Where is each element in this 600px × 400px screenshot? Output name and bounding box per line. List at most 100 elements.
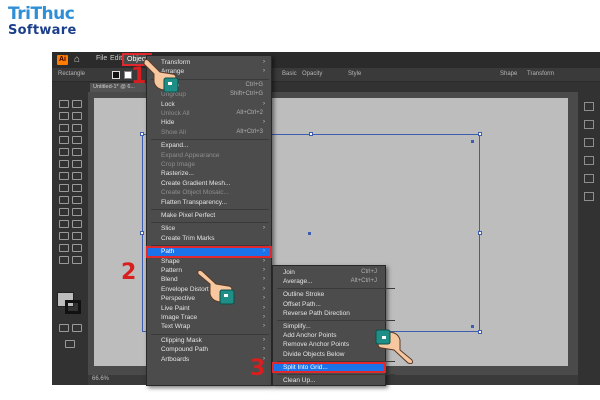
brand-logo-line2: Software: [8, 23, 77, 38]
basic-label: Basic: [282, 71, 297, 77]
menu-item-label: Create Object Mosaic...: [161, 189, 229, 197]
menu-item-create-object-mosaic: Create Object Mosaic...: [147, 188, 271, 197]
paintbrush-tool-icon[interactable]: [72, 148, 82, 156]
draw-mode-icon[interactable]: [59, 324, 69, 332]
menu-item-join[interactable]: Join Ctrl+J: [273, 268, 385, 277]
submenu-arrow-icon: ›: [263, 314, 265, 320]
edit-toolbar-icon[interactable]: [65, 340, 75, 348]
menu-item-clean-up[interactable]: Clean Up...: [273, 376, 385, 385]
pencil-tool-icon[interactable]: [59, 160, 69, 168]
menu-edit[interactable]: Edit: [110, 55, 122, 62]
direct-selection-tool-icon[interactable]: [72, 100, 82, 108]
submenu-arrow-icon: ›: [263, 285, 265, 292]
handle-middle-right[interactable]: [478, 231, 482, 235]
menu-item-divide-objects-below[interactable]: Divide Objects Below: [273, 350, 385, 359]
fill-stroke-control[interactable]: [57, 292, 83, 316]
mesh-tool-icon[interactable]: [59, 208, 69, 216]
selection-tool-icon[interactable]: [59, 100, 69, 108]
menu-item-lock[interactable]: Lock ›: [147, 100, 271, 109]
menu-item-text-wrap[interactable]: Text Wrap ›: [147, 322, 271, 331]
menu-item-offset-path[interactable]: Offset Path...: [273, 300, 385, 309]
rectangle-tool-icon[interactable]: [59, 148, 69, 156]
menu-item-show-all: Show All Alt+Ctrl+3: [147, 128, 271, 137]
slice-tool-icon[interactable]: [72, 244, 82, 252]
gradient-tool-icon[interactable]: [72, 208, 82, 216]
menu-item-label: Offset Path...: [283, 300, 321, 308]
graph-tool-icon[interactable]: [72, 232, 82, 240]
transform-label[interactable]: Transform: [527, 71, 554, 77]
layers-panel-icon[interactable]: [584, 120, 594, 129]
symbol-sprayer-tool-icon[interactable]: [59, 232, 69, 240]
menu-item-image-trace[interactable]: Image Trace ›: [147, 313, 271, 322]
menu-item-shape[interactable]: Shape ›: [147, 257, 271, 266]
magic-wand-tool-icon[interactable]: [59, 112, 69, 120]
rotate-tool-icon[interactable]: [59, 172, 69, 180]
corner-widget-bottom-right[interactable]: [471, 325, 474, 328]
color-panel-icon[interactable]: [584, 156, 594, 165]
swatches-panel-icon[interactable]: [584, 174, 594, 183]
type-tool-icon[interactable]: [59, 136, 69, 144]
screen-mode-icon[interactable]: [72, 324, 82, 332]
eyedropper-tool-icon[interactable]: [59, 220, 69, 228]
scale-tool-icon[interactable]: [72, 172, 82, 180]
menu-item-slice[interactable]: Slice ›: [147, 224, 271, 233]
menu-item-label: Artboards: [161, 355, 190, 363]
menu-item-outline-stroke[interactable]: Outline Stroke: [273, 290, 385, 299]
menu-item-compound-path[interactable]: Compound Path ›: [147, 345, 271, 354]
menu-item-hide[interactable]: Hide ›: [147, 118, 271, 127]
width-tool-icon[interactable]: [59, 184, 69, 192]
curvature-tool-icon[interactable]: [72, 124, 82, 132]
blend-tool-icon[interactable]: [72, 220, 82, 228]
perspective-grid-tool-icon[interactable]: [72, 196, 82, 204]
menu-item-reverse-path-direction[interactable]: Reverse Path Direction: [273, 309, 385, 318]
handle-bottom-right[interactable]: [478, 330, 482, 334]
submenu-arrow-icon: ›: [263, 225, 265, 232]
artboard-tool-icon[interactable]: [59, 244, 69, 252]
eraser-tool-icon[interactable]: [72, 160, 82, 168]
menu-item-label: Clean Up...: [283, 377, 316, 384]
step-2-label: 2: [121, 260, 137, 285]
corner-widget-top-right[interactable]: [471, 140, 474, 143]
menu-item-remove-anchor-points[interactable]: Remove Anchor Points: [273, 340, 385, 349]
submenu-arrow-icon: ›: [263, 336, 265, 343]
right-panel-dock: [578, 92, 600, 385]
zoom-level[interactable]: 66.6%: [92, 376, 109, 382]
submenu-arrow-icon: ›: [263, 295, 265, 302]
shape-builder-tool-icon[interactable]: [59, 196, 69, 204]
menu-file[interactable]: File: [96, 55, 107, 62]
menu-item-label: Unlock All: [161, 110, 190, 117]
submenu-arrow-icon: ›: [263, 346, 265, 353]
menu-item-create-trim-marks[interactable]: Create Trim Marks: [147, 234, 271, 243]
menu-item-shortcut: Alt+Ctrl+3: [236, 128, 263, 135]
free-transform-tool-icon[interactable]: [72, 184, 82, 192]
libraries-panel-icon[interactable]: [584, 138, 594, 147]
path-submenu: Join Ctrl+J Average... Alt+Ctrl+J Outline St…: [272, 265, 395, 386]
brushes-panel-icon[interactable]: [584, 192, 594, 201]
pen-tool-icon[interactable]: [59, 124, 69, 132]
stroke-color-box[interactable]: [65, 300, 81, 314]
menu-item-make-pixel-perfect[interactable]: Make Pixel Perfect: [147, 211, 271, 220]
menu-item-simplify[interactable]: Simplify...: [273, 322, 385, 331]
zoom-tool-icon[interactable]: [72, 256, 82, 264]
menu-item-rasterize[interactable]: Rasterize...: [147, 169, 271, 178]
hand-tool-icon[interactable]: [59, 256, 69, 264]
menu-item-create-gradient-mesh[interactable]: Create Gradient Mesh...: [147, 179, 271, 188]
handle-top-left[interactable]: [140, 132, 144, 136]
menu-item-label: Text Wrap: [161, 323, 191, 331]
handle-top-center[interactable]: [309, 132, 313, 136]
home-icon[interactable]: ⌂: [74, 54, 80, 65]
handle-top-right[interactable]: [478, 132, 482, 136]
menu-item-average[interactable]: Average... Alt+Ctrl+J: [273, 277, 385, 286]
menu-item-split-into-grid[interactable]: Split Into Grid...: [272, 361, 386, 374]
menu-item-add-anchor-points[interactable]: Add Anchor Points: [273, 331, 385, 340]
menu-item-clipping-mask[interactable]: Clipping Mask ›: [147, 336, 271, 345]
line-tool-icon[interactable]: [72, 136, 82, 144]
handle-middle-left[interactable]: [140, 231, 144, 235]
menu-item-expand[interactable]: Expand...: [147, 141, 271, 150]
lasso-tool-icon[interactable]: [72, 112, 82, 120]
menu-item-flatten-transparency[interactable]: Flatten Transparency...: [147, 198, 271, 207]
properties-panel-icon[interactable]: [584, 102, 594, 111]
fill-swatch[interactable]: [112, 71, 120, 79]
shape-label[interactable]: Shape: [500, 71, 517, 77]
menu-item-path[interactable]: Path ›: [146, 246, 272, 258]
